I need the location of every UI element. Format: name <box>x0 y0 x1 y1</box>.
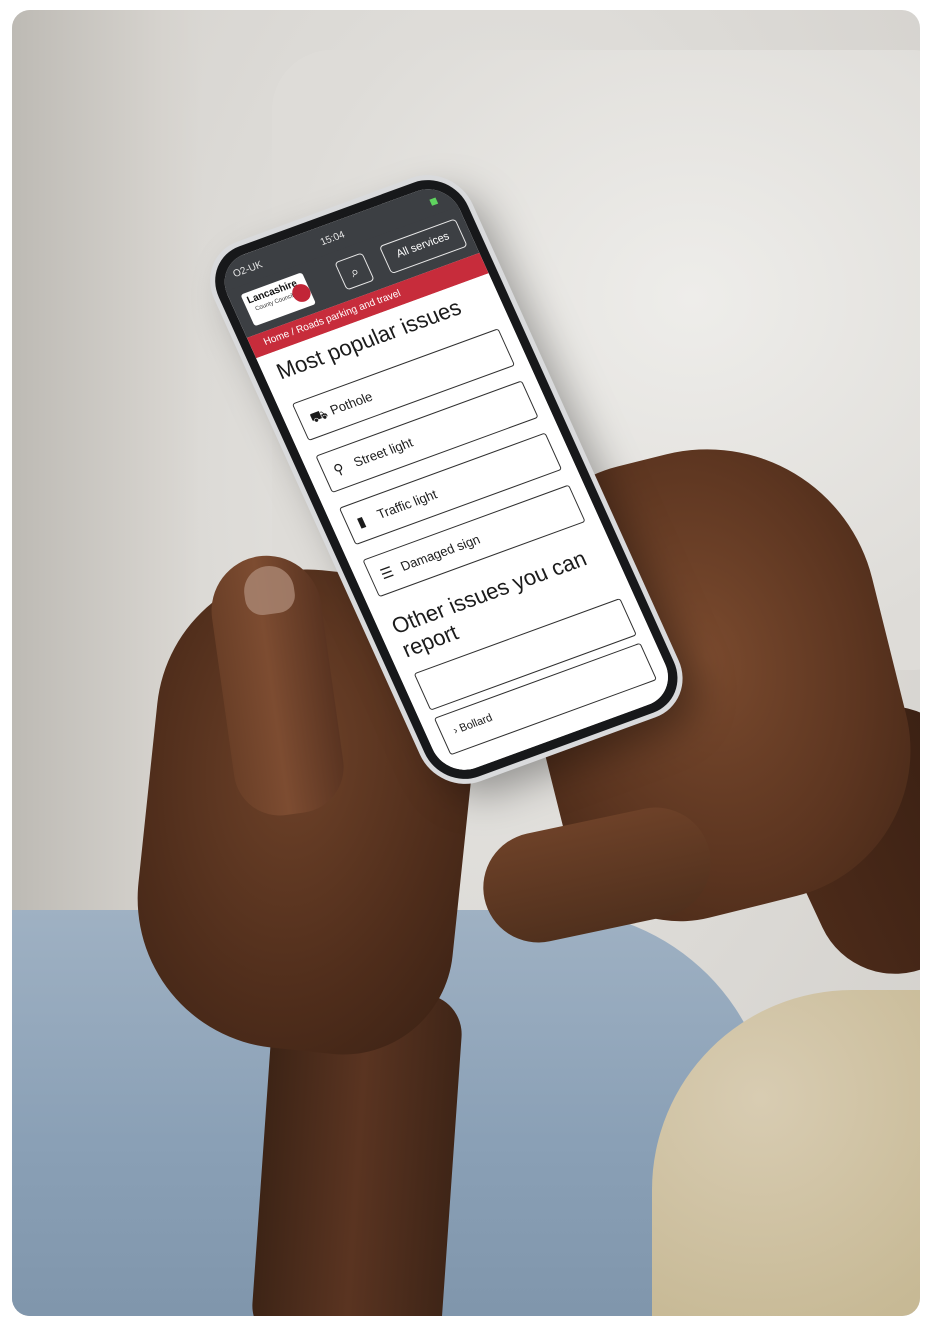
traffic-light-icon: ▮ <box>354 512 369 531</box>
issue-label: Damaged sign <box>398 531 483 574</box>
other-issue-label: › Bollard <box>451 711 495 737</box>
carrier-label: O2-UK <box>231 259 265 281</box>
issue-label: Street light <box>351 434 416 470</box>
right-fingers <box>473 797 721 953</box>
search-icon: ⌕ <box>347 262 362 281</box>
sign-icon: ☰ <box>377 563 397 583</box>
status-time: 15:04 <box>318 229 347 249</box>
photo-background: O2-UK 15:04 ◼ Lancashire County Council … <box>12 10 920 1316</box>
issue-label: Pothole <box>327 388 375 418</box>
battery-icon: ◼ <box>427 195 440 209</box>
lightbulb-icon: ⚲ <box>330 459 347 479</box>
search-button[interactable]: ⌕ <box>334 252 375 291</box>
road-icon: ⛟ <box>307 405 331 427</box>
issue-label: Traffic light <box>374 486 440 522</box>
